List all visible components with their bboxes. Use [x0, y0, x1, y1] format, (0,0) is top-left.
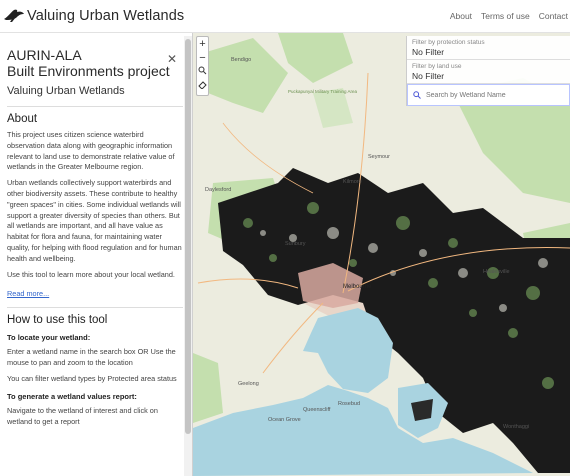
- scrollbar-thumb[interactable]: [185, 39, 191, 434]
- info-sidebar: AURIN-ALA Built Environments project Val…: [0, 33, 193, 476]
- about-paragraph-3: Use this tool to learn more about your l…: [7, 269, 175, 279]
- zoom-out-button[interactable]: −: [199, 51, 205, 65]
- zoom-in-button[interactable]: +: [199, 37, 205, 51]
- filter-panel: Filter by protection status No Filter Fi…: [406, 36, 570, 106]
- place-label: Melbourne: [343, 284, 372, 290]
- place-label: Seymour: [368, 154, 390, 160]
- map-controls: + −: [196, 36, 209, 96]
- report-paragraph-1: Navigate to the wetland of interest and …: [7, 405, 158, 426]
- sidebar-scrollbar[interactable]: [184, 36, 192, 476]
- locate-paragraph-1: Enter a wetland name in the search box O…: [7, 347, 176, 368]
- place-label: Queenscliff: [303, 407, 331, 413]
- close-sidebar-icon[interactable]: ✕: [167, 52, 177, 66]
- landuse-filter-label: Filter by land use: [412, 63, 462, 70]
- read-more-link[interactable]: Read more...: [7, 289, 183, 298]
- landuse-filter[interactable]: Filter by land use No Filter: [407, 60, 570, 84]
- place-label: Daylesford: [205, 187, 231, 193]
- search-input[interactable]: [426, 91, 556, 99]
- top-nav: About Terms of use Contact: [450, 11, 568, 21]
- landuse-filter-value[interactable]: No Filter: [412, 71, 565, 81]
- place-label: Geelong: [238, 381, 259, 387]
- place-label: Sunbury: [285, 241, 306, 247]
- sidebar-heading-1: AURIN-ALA: [7, 47, 82, 63]
- locate-heading: To locate your wetland:: [7, 333, 91, 343]
- place-label: Puckapunyal Military Training Area: [288, 89, 358, 94]
- protection-filter-label: Filter by protection status: [412, 39, 485, 46]
- protection-filter[interactable]: Filter by protection status No Filter: [407, 36, 570, 60]
- about-heading: About: [7, 113, 38, 125]
- sidebar-subtitle: Valuing Urban Wetlands: [7, 85, 125, 97]
- nav-about-link[interactable]: About: [450, 11, 472, 21]
- place-label: Ocean Grove: [268, 417, 301, 423]
- about-paragraph-2: Urban wetlands collectively support wate…: [7, 178, 182, 263]
- eraser-icon[interactable]: [198, 79, 207, 93]
- nav-contact-link[interactable]: Contact: [539, 11, 568, 21]
- wetland-search-box[interactable]: [407, 84, 570, 106]
- howto-heading: How to use this tool: [7, 314, 108, 327]
- divider: [7, 307, 183, 309]
- app-header: Valuing Urban Wetlands About Terms of us…: [0, 0, 570, 33]
- report-heading: To generate a wetland values report:: [7, 391, 137, 401]
- place-label: Healesville: [483, 269, 510, 275]
- search-icon: [413, 91, 421, 99]
- place-label: Wonthaggi: [503, 424, 529, 430]
- sidebar-heading-2: Built Environments project: [7, 62, 170, 79]
- place-label: Rosebud: [338, 401, 360, 407]
- about-paragraph-1: This project uses citizen science waterb…: [7, 130, 175, 172]
- zoom-search-icon[interactable]: [198, 65, 207, 79]
- place-label: Bendigo: [231, 57, 251, 63]
- nav-terms-link[interactable]: Terms of use: [481, 11, 530, 21]
- bird-logo-icon: [4, 9, 24, 22]
- app-title: Valuing Urban Wetlands: [27, 8, 185, 24]
- protection-filter-value[interactable]: No Filter: [412, 47, 565, 57]
- place-label: Kilmore: [343, 179, 362, 185]
- divider: [7, 106, 183, 107]
- locate-paragraph-2: You can filter wetland types by Protecte…: [7, 373, 177, 383]
